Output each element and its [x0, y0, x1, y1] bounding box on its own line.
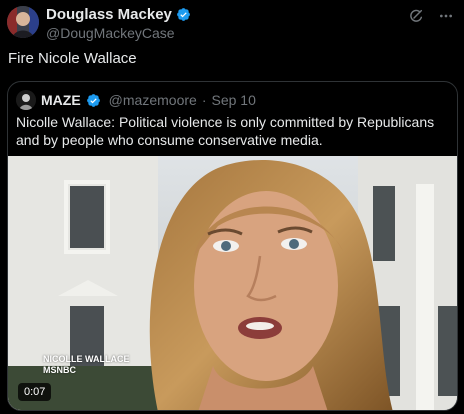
video-caption: NICOLLE WALLACE MSNBC — [43, 354, 130, 376]
quoted-header: MAZE @mazemoore · Sep 10 — [16, 90, 256, 110]
author-name[interactable]: Douglass Mackey — [46, 6, 172, 23]
quoted-post[interactable]: MAZE @mazemoore · Sep 10 Nicolle Wallace… — [7, 81, 458, 411]
video-caption-network: MSNBC — [43, 365, 76, 375]
post-text: Fire Nicole Wallace — [8, 50, 137, 67]
more-icon[interactable] — [438, 8, 454, 24]
avatar[interactable] — [7, 6, 39, 38]
avatar-image — [7, 6, 39, 38]
author-handle[interactable]: @DougMackeyCase — [46, 25, 191, 41]
quoted-author-name[interactable]: MAZE — [41, 92, 81, 108]
quoted-author-handle[interactable]: @mazemoore — [109, 92, 197, 108]
post-actions — [408, 8, 454, 24]
video-duration: 0:07 — [18, 383, 52, 401]
quoted-date[interactable]: Sep 10 — [211, 92, 255, 108]
post: Douglass Mackey @DougMackeyCase Fire Nic… — [0, 0, 464, 414]
quoted-separator: · — [201, 92, 207, 108]
quoted-text: Nicolle Wallace: Political violence is o… — [16, 114, 435, 148]
quoted-avatar[interactable] — [16, 90, 36, 110]
post-header: Douglass Mackey @DougMackeyCase — [46, 6, 191, 41]
video-player[interactable]: NICOLLE WALLACE MSNBC 0:07 — [8, 156, 457, 410]
video-caption-name: NICOLLE WALLACE — [43, 354, 130, 364]
grok-icon[interactable] — [408, 8, 424, 24]
verified-badge-icon — [176, 7, 191, 22]
verified-badge-icon — [86, 93, 101, 108]
